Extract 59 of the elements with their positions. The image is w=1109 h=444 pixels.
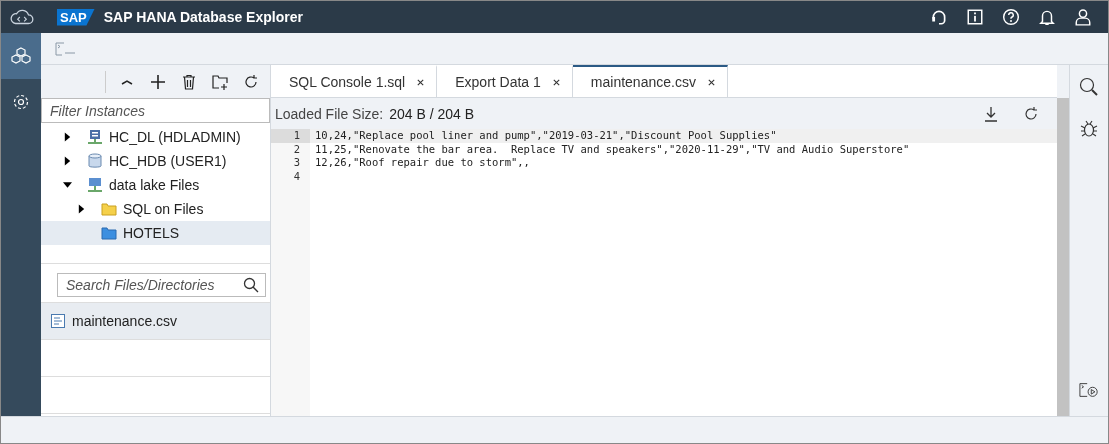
search-icon[interactable] — [243, 277, 259, 293]
bug-icon[interactable] — [1079, 119, 1099, 139]
line-number: 4 — [271, 170, 310, 184]
expand-arrow-icon[interactable] — [77, 204, 86, 214]
editor-tab[interactable]: SQL Console 1.sql — [271, 65, 438, 97]
search-field[interactable]: Search Files/Directories — [57, 273, 266, 297]
cubes-icon — [11, 46, 31, 66]
gear-icon — [11, 92, 31, 112]
expand-arrow-icon[interactable] — [63, 132, 72, 142]
collapse-arrow-icon[interactable] — [63, 180, 72, 190]
bell-icon[interactable] — [1038, 8, 1056, 26]
add-icon[interactable] — [150, 73, 166, 90]
close-icon[interactable] — [416, 77, 426, 87]
refresh-icon[interactable] — [243, 73, 259, 90]
tree-item[interactable]: SQL on Files — [41, 197, 270, 221]
cloud-code-icon[interactable] — [9, 8, 35, 26]
line-number: 3 — [271, 156, 310, 171]
logo: SAP — [57, 8, 95, 26]
code-line: 12,26,"Roof repair due to storm",, — [314, 156, 530, 171]
user-icon[interactable] — [1074, 8, 1092, 26]
close-icon[interactable] — [551, 77, 561, 87]
help-icon[interactable] — [1002, 8, 1020, 26]
delete-icon[interactable] — [181, 73, 197, 90]
expand-arrow-icon[interactable] — [63, 156, 72, 166]
info-icon[interactable] — [966, 8, 984, 26]
document-icon — [50, 313, 66, 329]
search-icon[interactable] — [1079, 77, 1099, 97]
file-item[interactable]: maintenance.csv — [41, 303, 270, 340]
database-icon — [87, 153, 103, 169]
code-line: 10,24,"Replace pool liner and pump","2019-03-21","Discount Pool Supplies" — [314, 129, 777, 143]
line-number: 1 — [271, 129, 310, 143]
tree-item-label: SQL on Files — [123, 201, 204, 217]
code-line: 11,25,"Renovate the bar area. Replace TV and speakers","2020-11-29","TV and Audio Superstore" — [314, 142, 910, 157]
folder-icon — [101, 225, 117, 241]
console-play-icon[interactable] — [1079, 380, 1099, 400]
new-folder-icon[interactable] — [212, 73, 228, 90]
refresh-icon[interactable] — [1023, 105, 1039, 122]
network-icon — [87, 177, 103, 193]
server-icon — [87, 129, 103, 145]
tree-item-label: data lake Files — [109, 177, 200, 193]
scrollbar[interactable] — [1057, 98, 1069, 416]
close-icon[interactable] — [706, 77, 716, 87]
file-size-label: Loaded File Size: — [275, 105, 384, 122]
tree-item[interactable]: HC_HDB (USER1) — [41, 149, 270, 173]
tree-item-label: HOTELS — [123, 225, 179, 241]
database-explorer-button[interactable] — [1, 33, 41, 79]
app-title: SAP HANA Database Explorer — [103, 9, 303, 25]
tree-item-label: HC_HDB (USER1) — [109, 153, 227, 169]
tree-item[interactable]: data lake Files — [41, 173, 270, 197]
headset-icon[interactable] — [930, 8, 948, 26]
file-size-value: 204 B / 204 B — [389, 105, 475, 122]
tree-item[interactable]: HC_DL (HDLADMIN) — [41, 125, 270, 149]
download-icon[interactable] — [983, 105, 999, 122]
filter-field[interactable]: Filter Instances — [41, 98, 270, 123]
editor-tab[interactable]: Export Data 1 — [437, 65, 573, 97]
tree-item[interactable]: HOTELS — [41, 221, 270, 245]
tree-item-label: HC_DL (HDLADMIN) — [109, 129, 241, 145]
editor-tab[interactable]: maintenance.csv — [572, 65, 728, 97]
folder-icon — [101, 201, 117, 217]
